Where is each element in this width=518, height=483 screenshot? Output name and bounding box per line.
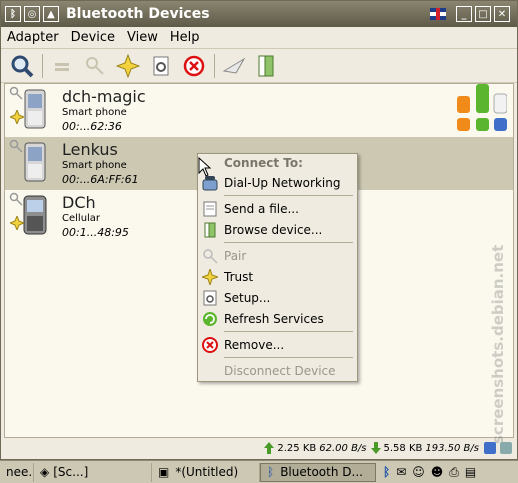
context-menu-header: Connect To:: [224, 156, 303, 170]
menu-item-dialup[interactable]: Dial-Up Networking: [198, 172, 357, 193]
device-address: 00:...6A:FF:61: [62, 173, 139, 186]
download-total: 5.58 KB: [383, 442, 423, 454]
services-icon: [457, 84, 507, 131]
remove-icon[interactable]: [181, 53, 207, 79]
network-icon[interactable]: ▤: [465, 465, 476, 479]
remove-icon: [202, 336, 218, 353]
chat-icon[interactable]: ☺: [412, 465, 425, 479]
menu-bar: Adapter Device View Help: [1, 27, 517, 49]
document-icon: [202, 201, 218, 217]
system-tray: ᛒ ✉ ☺ ☻ ⎙ ▤: [380, 465, 479, 480]
cellular-phone-icon: [23, 195, 47, 235]
device-name: dch-magic: [62, 87, 146, 106]
mouse-cursor-icon: [198, 157, 212, 177]
menu-item-refresh[interactable]: Refresh Services: [198, 308, 357, 329]
user-icon[interactable]: ☻: [431, 465, 444, 479]
title-bar[interactable]: ᛒ ◎ ▲ Bluetooth Devices _ □ ✕: [1, 1, 517, 27]
menu-help[interactable]: Help: [170, 30, 200, 45]
trust-star-icon[interactable]: [115, 53, 141, 79]
menu-item-setup[interactable]: Setup...: [198, 287, 357, 308]
task-button-active[interactable]: ᛒ Bluetooth D...: [260, 462, 376, 482]
app-icon: ◈: [40, 465, 50, 479]
minimize-button[interactable]: _: [456, 6, 472, 22]
text-editor-icon: ▣: [158, 465, 170, 479]
device-address: 00:1...48:95: [62, 226, 129, 239]
menu-view[interactable]: View: [127, 30, 158, 45]
menu-item-send-file[interactable]: Send a file...: [198, 198, 357, 219]
toolbar-separator: [214, 53, 215, 78]
task-button[interactable]: ◈ [Sc...]: [34, 462, 152, 482]
maximize-button[interactable]: □: [475, 6, 491, 22]
setup-icon[interactable]: [148, 53, 174, 79]
menu-device[interactable]: Device: [71, 30, 115, 45]
star-icon: [202, 268, 218, 285]
menu-item-pair: Pair: [198, 245, 357, 266]
upload-total: 2.25 KB: [277, 442, 317, 454]
menu-separator: [224, 242, 353, 243]
device-type: Cellular: [62, 213, 101, 224]
upload-rate: 62.00 B/s: [319, 442, 367, 454]
trusted-star-icon: [10, 110, 24, 124]
paired-key-icon: [9, 86, 23, 100]
menu-separator: [224, 195, 353, 196]
smartphone-icon: [24, 142, 46, 182]
menu-separator: [224, 331, 353, 332]
device-type: Smart phone: [62, 107, 127, 118]
taskbar: nee... ◈ [Sc...] ▣ *(Untitled) ᛒ Bluetoo…: [0, 460, 518, 483]
upload-arrow-icon: [264, 442, 275, 454]
menu-item-browse[interactable]: Browse device...: [198, 219, 357, 240]
keep-above-button[interactable]: ▲: [43, 6, 59, 22]
watermark: screenshots.debian.net: [489, 244, 507, 444]
key-icon: [202, 248, 218, 264]
send-file-icon[interactable]: [221, 53, 247, 79]
setup-icon: [202, 290, 218, 306]
bluetooth-app-icon[interactable]: ᛒ: [5, 6, 21, 22]
smartphone-icon: [24, 89, 46, 129]
task-button[interactable]: ▣ *(Untitled): [152, 462, 260, 482]
menu-item-remove[interactable]: Remove...: [198, 334, 357, 355]
mail-icon[interactable]: ✉: [396, 465, 406, 479]
pair-key-icon: [82, 53, 108, 79]
device-type: Smart phone: [62, 160, 127, 171]
trusted-star-icon: [10, 216, 24, 230]
device-name: DCh: [62, 193, 96, 212]
task-button[interactable]: nee...: [0, 462, 34, 482]
paired-key-icon: [9, 139, 23, 153]
network-status-icon[interactable]: [483, 441, 497, 455]
menu-separator: [224, 357, 353, 358]
folder-icon: [202, 222, 218, 238]
device-name: Lenkus: [62, 140, 118, 159]
window-title: Bluetooth Devices: [66, 6, 210, 22]
search-icon[interactable]: [9, 53, 35, 79]
close-button[interactable]: ✕: [494, 6, 510, 22]
signal-status-icon[interactable]: [499, 441, 513, 455]
paired-key-icon: [9, 192, 23, 206]
toolbar-separator: [42, 53, 43, 78]
refresh-icon: [202, 311, 218, 327]
bluetooth-icon: ᛒ: [267, 465, 275, 479]
keyboard-layout-flag-icon[interactable]: [430, 8, 446, 20]
browse-device-icon[interactable]: [254, 53, 280, 79]
device-row[interactable]: dch-magic Smart phone 00:...62:36: [5, 84, 513, 137]
download-rate: 193.50 B/s: [425, 442, 479, 454]
printer-icon[interactable]: ⎙: [449, 465, 459, 480]
menu-adapter[interactable]: Adapter: [7, 30, 59, 45]
download-arrow-icon: [370, 442, 381, 454]
status-bar: 2.25 KB 62.00 B/s 5.58 KB 193.50 B/s: [1, 439, 517, 457]
bond-icon: [49, 53, 75, 79]
menu-item-trust[interactable]: Trust: [198, 266, 357, 287]
context-menu: Connect To: Dial-Up Networking Send a fi…: [197, 153, 358, 382]
device-address: 00:...62:36: [62, 120, 122, 133]
bluetooth-tray-icon[interactable]: ᛒ: [383, 465, 390, 479]
menu-item-disconnect: Disconnect Device: [224, 363, 336, 378]
toolbar: [1, 49, 517, 83]
window-menu-button[interactable]: ◎: [24, 6, 40, 22]
